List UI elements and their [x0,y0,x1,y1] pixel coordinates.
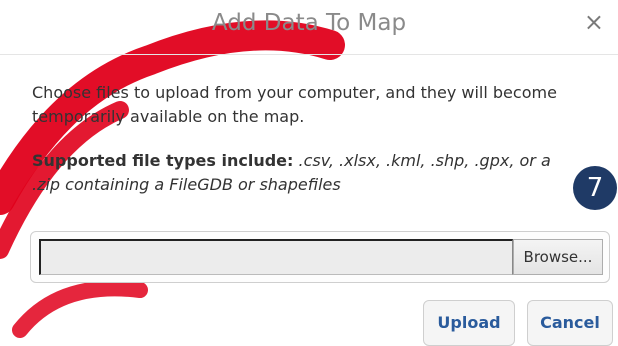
add-data-dialog: Add Data To Map × Choose files to upload… [0,0,618,346]
step-number-badge: 7 [573,166,617,210]
file-picker-row: Browse... [30,231,610,283]
upload-button[interactable]: Upload [423,300,515,346]
dialog-body: Choose files to upload from your compute… [0,81,618,197]
supported-types-label: Supported file types include: [32,151,294,170]
close-icon[interactable]: × [584,10,604,34]
cancel-button[interactable]: Cancel [527,300,613,346]
browse-button[interactable]: Browse... [513,239,603,275]
supported-types-text: Supported file types include: .csv, .xls… [32,149,572,197]
dialog-title: Add Data To Map [211,10,407,36]
file-path-input[interactable] [39,239,513,275]
dialog-header: Add Data To Map × [0,0,618,55]
intro-text: Choose files to upload from your compute… [32,83,557,126]
